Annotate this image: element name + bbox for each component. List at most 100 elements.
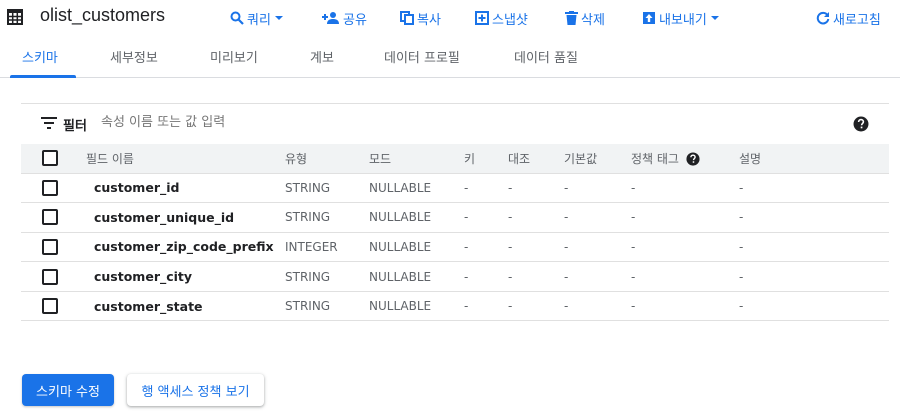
schema-table: 필드 이름 유형 모드 키 대조 기본값 정책 태그 설명 customer_i… [21, 144, 889, 322]
trash-icon [565, 11, 578, 25]
cell-description: - [739, 202, 889, 233]
row-checkbox[interactable] [42, 268, 58, 285]
cell-default: - [564, 232, 631, 263]
field-name-cell: customer_state [86, 291, 285, 322]
table-row[interactable]: customer_state STRING NULLABLE - - - - - [21, 291, 889, 322]
col-header-collation[interactable]: 대조 [508, 144, 564, 174]
col-header-mode[interactable]: 모드 [369, 144, 464, 174]
refresh-icon [816, 11, 830, 25]
table-body: customer_id STRING NULLABLE - - - - - customer_u… [21, 173, 889, 322]
search-icon [230, 11, 244, 25]
row-checkbox-cell [21, 202, 86, 233]
cell-mode: NULLABLE [369, 232, 464, 263]
copy-label: 복사 [417, 12, 441, 28]
row-checkbox[interactable] [42, 298, 58, 315]
table-header-row: 필드 이름 유형 모드 키 대조 기본값 정책 태그 설명 [21, 144, 889, 174]
cell-description: - [739, 232, 889, 263]
cell-policy-tags: - [631, 202, 739, 233]
col-header-policy-tags[interactable]: 정책 태그 [631, 152, 679, 166]
field-name-cell: customer_id [86, 173, 285, 204]
cell-description: - [739, 173, 889, 204]
cell-mode: NULLABLE [369, 291, 464, 322]
refresh-button[interactable]: 새로고침 [816, 8, 881, 28]
col-header-default[interactable]: 기본값 [564, 144, 631, 174]
cell-type: STRING [285, 173, 369, 204]
cell-policy-tags: - [631, 291, 739, 322]
snapshot-label: 스냅샷 [492, 12, 528, 28]
upload-icon [643, 12, 655, 24]
filter-label: 필터 [63, 119, 87, 134]
cell-policy-tags: - [631, 232, 739, 263]
copy-button[interactable]: 복사 [400, 8, 441, 28]
query-label: 쿼리 [247, 12, 271, 28]
query-button[interactable]: 쿼리 [230, 8, 284, 28]
filter-bar: 필터 [21, 103, 889, 144]
row-checkbox-cell [21, 232, 86, 263]
page-header: olist_customers 쿼리 공유 복사 스냅샷 삭제 내보내기 새로고… [0, 0, 900, 36]
col-header-key[interactable]: 키 [464, 144, 508, 174]
row-checkbox[interactable] [42, 238, 58, 255]
field-name-cell: customer_city [86, 261, 285, 292]
share-label: 공유 [343, 12, 367, 28]
refresh-label: 새로고침 [833, 12, 881, 28]
table-row[interactable]: customer_unique_id STRING NULLABLE - - - - - [21, 202, 889, 233]
tab-data-profile[interactable]: 데이터 프로필 [384, 40, 460, 78]
cell-key: - [464, 202, 508, 233]
col-header-field-name[interactable]: 필드 이름 [86, 144, 285, 174]
table-row[interactable]: customer_city STRING NULLABLE - - - - - [21, 261, 889, 292]
cell-type: STRING [285, 261, 369, 292]
view-row-access-policy-button[interactable]: 행 액세스 정책 보기 [127, 374, 264, 406]
snapshot-button[interactable]: 스냅샷 [475, 8, 528, 28]
page-title: olist_customers [40, 5, 166, 25]
field-name-cell: customer_unique_id [86, 202, 285, 233]
help-icon[interactable] [686, 152, 700, 166]
row-checkbox-cell [21, 173, 86, 204]
cell-key: - [464, 173, 508, 204]
cell-type: INTEGER [285, 232, 369, 263]
filter-input[interactable] [101, 115, 601, 130]
col-header-description[interactable]: 설명 [739, 144, 889, 174]
cell-type: STRING [285, 202, 369, 233]
col-header-type[interactable]: 유형 [285, 144, 369, 174]
share-button[interactable]: 공유 [322, 8, 367, 28]
filter-icon [41, 117, 57, 129]
export-label: 내보내기 [659, 12, 707, 28]
cell-collation: - [508, 261, 564, 292]
tab-details[interactable]: 세부정보 [110, 40, 158, 78]
table-row[interactable]: customer_zip_code_prefix INTEGER NULLABLE -… [21, 232, 889, 263]
col-header-policy-tags-cell: 정책 태그 [631, 144, 739, 174]
tab-lineage[interactable]: 계보 [310, 40, 334, 78]
cell-default: - [564, 291, 631, 322]
help-icon[interactable] [853, 116, 869, 132]
cell-key: - [464, 232, 508, 263]
tab-bar: 스키마 세부정보 미리보기 계보 데이터 프로필 데이터 품질 [0, 40, 900, 78]
copy-icon [400, 11, 414, 25]
tab-preview[interactable]: 미리보기 [210, 40, 258, 78]
field-name-cell: customer_zip_code_prefix [86, 232, 285, 263]
select-all-cell [21, 144, 86, 174]
export-button[interactable]: 내보내기 [642, 8, 720, 28]
row-checkbox[interactable] [42, 179, 58, 196]
tab-data-quality[interactable]: 데이터 품질 [514, 40, 578, 78]
add-person-icon [322, 12, 339, 24]
select-all-checkbox[interactable] [42, 150, 58, 167]
cell-policy-tags: - [631, 261, 739, 292]
cell-collation: - [508, 291, 564, 322]
active-tab-indicator [10, 75, 76, 78]
row-checkbox[interactable] [42, 209, 58, 226]
cell-type: STRING [285, 291, 369, 322]
edit-schema-button[interactable]: 스키마 수정 [22, 374, 114, 406]
table-row[interactable]: customer_id STRING NULLABLE - - - - - [21, 173, 889, 204]
cell-policy-tags: - [631, 173, 739, 204]
cell-collation: - [508, 202, 564, 233]
cell-description: - [739, 291, 889, 322]
tab-schema[interactable]: 스키마 [22, 40, 58, 78]
cell-collation: - [508, 173, 564, 204]
delete-button[interactable]: 삭제 [565, 8, 605, 28]
cell-key: - [464, 261, 508, 292]
cell-key: - [464, 291, 508, 322]
snapshot-icon [475, 11, 489, 25]
cell-description: - [739, 261, 889, 292]
cell-default: - [564, 261, 631, 292]
cell-mode: NULLABLE [369, 173, 464, 204]
